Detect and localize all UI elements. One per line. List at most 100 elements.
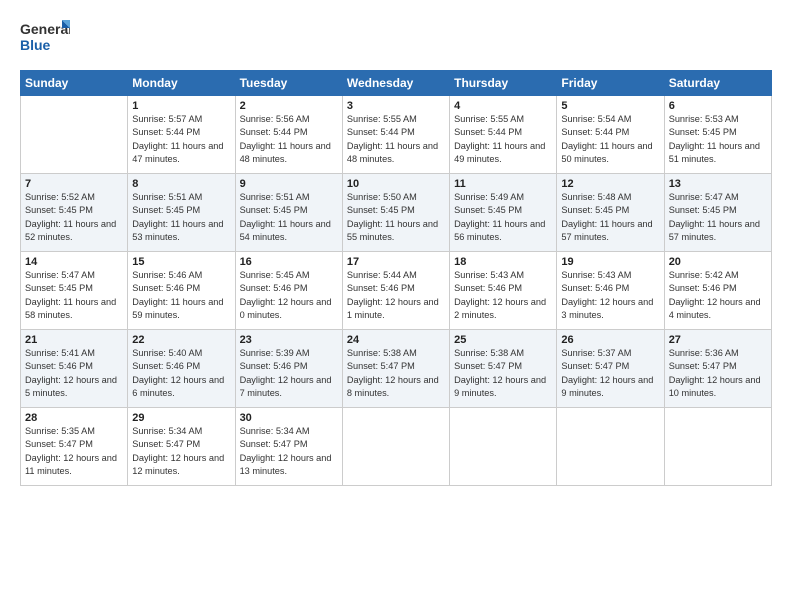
day-number: 9 [240, 178, 338, 190]
cell-details: Sunrise: 5:54 AMSunset: 5:44 PMDaylight:… [561, 114, 652, 164]
calendar-cell: 15Sunrise: 5:46 AMSunset: 5:46 PMDayligh… [128, 252, 235, 330]
calendar-cell: 12 Sunrise: 5:48 AMSunset: 5:45 PMDayligh… [557, 174, 664, 252]
calendar-cell [450, 408, 557, 486]
header-tuesday: Tuesday [235, 71, 342, 96]
calendar-cell: 4 Sunrise: 5:55 AMSunset: 5:44 PMDaylight… [450, 96, 557, 174]
day-number: 1 [132, 100, 230, 112]
day-number: 24 [347, 334, 445, 346]
calendar-cell: 2Sunrise: 5:56 AMSunset: 5:44 PMDaylight… [235, 96, 342, 174]
day-number: 19 [561, 256, 659, 268]
calendar-cell: 6 Sunrise: 5:53 AMSunset: 5:45 PMDaylight… [664, 96, 771, 174]
day-number: 27 [669, 334, 767, 346]
calendar-cell: 27 Sunrise: 5:36 AMSunset: 5:47 PMDayligh… [664, 330, 771, 408]
cell-details: Sunrise: 5:38 AMSunset: 5:47 PMDaylight:… [454, 348, 546, 398]
calendar-cell [557, 408, 664, 486]
cell-details: Sunrise: 5:55 AMSunset: 5:44 PMDaylight:… [347, 114, 438, 164]
svg-text:Blue: Blue [20, 37, 51, 53]
cell-details: Sunrise: 5:50 AMSunset: 5:45 PMDaylight:… [347, 192, 438, 242]
calendar-cell: 24 Sunrise: 5:38 AMSunset: 5:47 PMDayligh… [342, 330, 449, 408]
cell-details: Sunrise: 5:51 AMSunset: 5:45 PMDaylight:… [240, 192, 331, 242]
day-number: 22 [132, 334, 230, 346]
cell-details: Sunrise: 5:49 AMSunset: 5:45 PMDaylight:… [454, 192, 545, 242]
calendar-cell: 19 Sunrise: 5:43 AMSunset: 5:46 PMDayligh… [557, 252, 664, 330]
calendar-cell: 22 Sunrise: 5:40 AMSunset: 5:46 PMDayligh… [128, 330, 235, 408]
day-number: 13 [669, 178, 767, 190]
calendar-cell: 29 Sunrise: 5:34 AMSunset: 5:47 PMDayligh… [128, 408, 235, 486]
day-number: 11 [454, 178, 552, 190]
calendar-cell: 20Sunrise: 5:42 AMSunset: 5:46 PMDayligh… [664, 252, 771, 330]
cell-details: Sunrise: 5:37 AMSunset: 5:47 PMDaylight:… [561, 348, 653, 398]
calendar-cell: 10 Sunrise: 5:50 AMSunset: 5:45 PMDayligh… [342, 174, 449, 252]
cell-details: Sunrise: 5:36 AMSunset: 5:47 PMDaylight:… [669, 348, 761, 398]
calendar-cell: 26Sunrise: 5:37 AMSunset: 5:47 PMDayligh… [557, 330, 664, 408]
header-friday: Friday [557, 71, 664, 96]
calendar-cell: 8 Sunrise: 5:51 AMSunset: 5:45 PMDaylight… [128, 174, 235, 252]
calendar-cell: 16Sunrise: 5:45 AMSunset: 5:46 PMDayligh… [235, 252, 342, 330]
calendar-cell: 28 Sunrise: 5:35 AMSunset: 5:47 PMDayligh… [21, 408, 128, 486]
cell-details: Sunrise: 5:46 AMSunset: 5:46 PMDaylight:… [132, 270, 223, 320]
cell-details: Sunrise: 5:48 AMSunset: 5:45 PMDaylight:… [561, 192, 652, 242]
calendar-cell: 7 Sunrise: 5:52 AMSunset: 5:45 PMDaylight… [21, 174, 128, 252]
day-number: 8 [132, 178, 230, 190]
cell-details: Sunrise: 5:43 AMSunset: 5:46 PMDaylight:… [454, 270, 546, 320]
cell-details: Sunrise: 5:40 AMSunset: 5:46 PMDaylight:… [132, 348, 224, 398]
day-number: 20 [669, 256, 767, 268]
cell-details: Sunrise: 5:56 AMSunset: 5:44 PMDaylight:… [240, 114, 331, 164]
day-number: 30 [240, 412, 338, 424]
day-number: 10 [347, 178, 445, 190]
day-number: 3 [347, 100, 445, 112]
day-number: 18 [454, 256, 552, 268]
logo-svg: General Blue [20, 18, 70, 60]
cell-details: Sunrise: 5:51 AMSunset: 5:45 PMDaylight:… [132, 192, 223, 242]
day-number: 4 [454, 100, 552, 112]
cell-details: Sunrise: 5:47 AMSunset: 5:45 PMDaylight:… [25, 270, 116, 320]
calendar-cell [21, 96, 128, 174]
cell-details: Sunrise: 5:53 AMSunset: 5:45 PMDaylight:… [669, 114, 760, 164]
cell-details: Sunrise: 5:44 AMSunset: 5:46 PMDaylight:… [347, 270, 439, 320]
calendar-cell [342, 408, 449, 486]
calendar-week-3: 21Sunrise: 5:41 AMSunset: 5:46 PMDayligh… [21, 330, 772, 408]
cell-details: Sunrise: 5:34 AMSunset: 5:47 PMDaylight:… [240, 426, 332, 476]
day-number: 21 [25, 334, 123, 346]
calendar-week-2: 14 Sunrise: 5:47 AMSunset: 5:45 PMDayligh… [21, 252, 772, 330]
day-number: 17 [347, 256, 445, 268]
header-row: Sunday Monday Tuesday Wednesday Thursday… [21, 71, 772, 96]
calendar-cell: 9 Sunrise: 5:51 AMSunset: 5:45 PMDaylight… [235, 174, 342, 252]
header: General Blue [20, 18, 772, 60]
calendar-week-0: 1Sunrise: 5:57 AMSunset: 5:44 PMDaylight… [21, 96, 772, 174]
calendar-cell: 11 Sunrise: 5:49 AMSunset: 5:45 PMDayligh… [450, 174, 557, 252]
cell-details: Sunrise: 5:45 AMSunset: 5:46 PMDaylight:… [240, 270, 332, 320]
calendar-cell: 18 Sunrise: 5:43 AMSunset: 5:46 PMDayligh… [450, 252, 557, 330]
calendar-cell: 3 Sunrise: 5:55 AMSunset: 5:44 PMDaylight… [342, 96, 449, 174]
day-number: 14 [25, 256, 123, 268]
calendar-cell: 21Sunrise: 5:41 AMSunset: 5:46 PMDayligh… [21, 330, 128, 408]
header-sunday: Sunday [21, 71, 128, 96]
calendar-cell: 1Sunrise: 5:57 AMSunset: 5:44 PMDaylight… [128, 96, 235, 174]
day-number: 12 [561, 178, 659, 190]
calendar-cell: 17 Sunrise: 5:44 AMSunset: 5:46 PMDayligh… [342, 252, 449, 330]
day-number: 29 [132, 412, 230, 424]
calendar-cell: 5 Sunrise: 5:54 AMSunset: 5:44 PMDaylight… [557, 96, 664, 174]
header-monday: Monday [128, 71, 235, 96]
day-number: 7 [25, 178, 123, 190]
day-number: 6 [669, 100, 767, 112]
calendar-week-4: 28 Sunrise: 5:35 AMSunset: 5:47 PMDayligh… [21, 408, 772, 486]
cell-details: Sunrise: 5:47 AMSunset: 5:45 PMDaylight:… [669, 192, 760, 242]
cell-details: Sunrise: 5:35 AMSunset: 5:47 PMDaylight:… [25, 426, 117, 476]
calendar-week-1: 7 Sunrise: 5:52 AMSunset: 5:45 PMDaylight… [21, 174, 772, 252]
cell-details: Sunrise: 5:38 AMSunset: 5:47 PMDaylight:… [347, 348, 439, 398]
day-number: 25 [454, 334, 552, 346]
header-wednesday: Wednesday [342, 71, 449, 96]
calendar-cell: 13 Sunrise: 5:47 AMSunset: 5:45 PMDayligh… [664, 174, 771, 252]
calendar-cell: 30 Sunrise: 5:34 AMSunset: 5:47 PMDayligh… [235, 408, 342, 486]
day-number: 5 [561, 100, 659, 112]
calendar-cell: 25 Sunrise: 5:38 AMSunset: 5:47 PMDayligh… [450, 330, 557, 408]
cell-details: Sunrise: 5:55 AMSunset: 5:44 PMDaylight:… [454, 114, 545, 164]
header-thursday: Thursday [450, 71, 557, 96]
calendar-cell [664, 408, 771, 486]
day-number: 28 [25, 412, 123, 424]
cell-details: Sunrise: 5:43 AMSunset: 5:46 PMDaylight:… [561, 270, 653, 320]
cell-details: Sunrise: 5:52 AMSunset: 5:45 PMDaylight:… [25, 192, 116, 242]
cell-details: Sunrise: 5:34 AMSunset: 5:47 PMDaylight:… [132, 426, 224, 476]
calendar-table: Sunday Monday Tuesday Wednesday Thursday… [20, 70, 772, 486]
